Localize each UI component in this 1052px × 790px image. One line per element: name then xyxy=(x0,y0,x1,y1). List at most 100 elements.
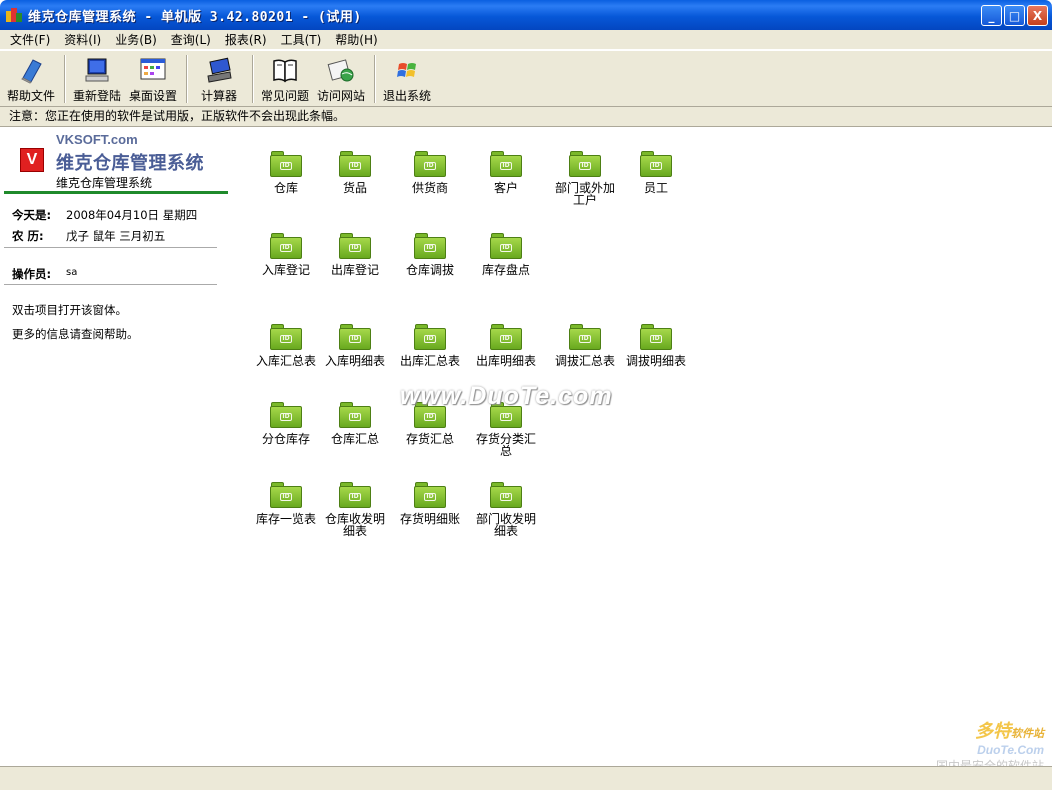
calculator-button[interactable]: 计算器 xyxy=(192,51,246,104)
trial-notice: 注意：您正在使用的软件是试用版，正版软件不会出现此条幅。 xyxy=(0,107,1052,127)
module-icon-warehouse-io-detail[interactable]: ID 仓库收发明细表 xyxy=(317,481,393,537)
folder-icon: ID xyxy=(569,150,601,178)
module-icon-department[interactable]: ID 部门或外加工户 xyxy=(547,150,623,206)
hint-text: 双击项目打开该窗体。 xyxy=(12,303,127,317)
module-icon-customer[interactable]: ID 客户 xyxy=(468,150,544,194)
menu-help[interactable]: 帮助(H) xyxy=(329,31,383,48)
menu-query[interactable]: 查询(L) xyxy=(165,31,217,48)
exit-system-label: 退出系统 xyxy=(382,89,431,103)
title-bar[interactable]: 维克仓库管理系统 - 单机版 3.42.80201 - (试用) _ □ X xyxy=(0,0,1052,30)
brand-domain: VKSOFT.com xyxy=(56,132,138,147)
help-file-label: 帮助文件 xyxy=(6,89,55,103)
menu-business[interactable]: 业务(B) xyxy=(109,31,163,48)
module-label: 库存一览表 xyxy=(255,512,316,526)
lunar-row: 农 历: 戊子 鼠年 三月初五 xyxy=(12,228,165,244)
visit-website-label: 访问网站 xyxy=(316,89,365,103)
menu-reports[interactable]: 报表(R) xyxy=(219,31,273,48)
module-label: 存货明细账 xyxy=(399,512,460,526)
module-icon-stock-overview[interactable]: ID 库存一览表 xyxy=(248,481,324,525)
module-icon-out-detail[interactable]: ID 出库明细表 xyxy=(468,323,544,367)
toolbar: 帮助文件 重新登陆 桌面设置 计算器 常见问题 访问网站 退出系统 xyxy=(0,51,1052,107)
module-icon-warehouse[interactable]: ID 仓库 xyxy=(248,150,324,194)
today-row: 今天是: 2008年04月10日 星期四 xyxy=(12,207,197,223)
desktop-settings-icon xyxy=(139,56,167,84)
folder-icon: ID xyxy=(490,232,522,260)
toolbar-separator xyxy=(64,55,66,103)
folder-icon: ID xyxy=(640,323,672,351)
module-label: 出库登记 xyxy=(330,263,379,277)
desktop-settings-button[interactable]: 桌面设置 xyxy=(126,51,180,104)
calculator-icon xyxy=(205,56,233,84)
menu-data[interactable]: 资料(I) xyxy=(58,31,107,48)
folder-icon: ID xyxy=(270,323,302,351)
brand-title: 维克仓库管理系统 xyxy=(56,153,204,174)
module-label: 入库明细表 xyxy=(324,354,385,368)
corner-url: DuoTe.Com xyxy=(977,743,1044,757)
visit-website-button[interactable]: 访问网站 xyxy=(314,51,368,104)
operator-label: 操作员: xyxy=(12,267,52,281)
module-label: 员工 xyxy=(643,181,668,195)
calculator-label: 计算器 xyxy=(200,89,237,103)
help-file-button[interactable]: 帮助文件 xyxy=(4,51,58,104)
module-icon-stocktake[interactable]: ID 库存盘点 xyxy=(468,232,544,276)
close-button[interactable]: X xyxy=(1027,5,1048,26)
folder-icon: ID xyxy=(414,323,446,351)
folder-icon: ID xyxy=(270,150,302,178)
divider xyxy=(4,191,228,194)
module-label: 供货商 xyxy=(411,181,448,195)
module-label: 部门收发明细表 xyxy=(475,512,536,538)
module-icon-transfer-summary[interactable]: ID 调拔汇总表 xyxy=(547,323,623,367)
module-icon-stock-out[interactable]: ID 出库登记 xyxy=(317,232,393,276)
module-icon-employee[interactable]: ID 员工 xyxy=(618,150,694,194)
module-icon-in-summary[interactable]: ID 入库汇总表 xyxy=(248,323,324,367)
monitor-icon xyxy=(83,56,111,84)
toolbar-separator xyxy=(186,55,188,103)
maximize-button[interactable]: □ xyxy=(1004,5,1025,26)
module-label: 仓库调拔 xyxy=(405,263,454,277)
menu-tools[interactable]: 工具(T) xyxy=(275,31,328,48)
divider xyxy=(4,247,217,248)
lunar-value: 戊子 鼠年 三月初五 xyxy=(66,229,166,243)
module-icon-inventory-ledger[interactable]: ID 存货明细账 xyxy=(392,481,468,525)
module-icon-transfer-detail[interactable]: ID 调拔明细表 xyxy=(618,323,694,367)
corner-brand: 多特软件站 xyxy=(975,721,1044,742)
folder-icon: ID xyxy=(640,150,672,178)
exit-system-button[interactable]: 退出系统 xyxy=(380,51,434,104)
module-label: 货品 xyxy=(342,181,367,195)
module-icon-department-io-detail[interactable]: ID 部门收发明细表 xyxy=(468,481,544,537)
module-icon-in-detail[interactable]: ID 入库明细表 xyxy=(317,323,393,367)
folder-icon: ID xyxy=(569,323,601,351)
module-label: 部门或外加工户 xyxy=(554,181,615,207)
globe-icon xyxy=(327,56,355,84)
module-label: 库存盘点 xyxy=(481,263,530,277)
operator-row: 操作员: sa xyxy=(12,266,77,282)
module-label: 仓库汇总 xyxy=(330,432,379,446)
module-icon-out-summary[interactable]: ID 出库汇总表 xyxy=(392,323,468,367)
operator-value: sa xyxy=(66,267,78,278)
module-icon-transfer[interactable]: ID 仓库调拔 xyxy=(392,232,468,276)
app-icon xyxy=(6,7,22,23)
folder-icon: ID xyxy=(490,323,522,351)
divider xyxy=(4,284,217,285)
folder-icon: ID xyxy=(270,401,302,429)
module-icon-stock-in[interactable]: ID 入库登记 xyxy=(248,232,324,276)
module-label: 存货汇总 xyxy=(405,432,454,446)
folder-icon: ID xyxy=(339,232,371,260)
module-icon-goods[interactable]: ID 货品 xyxy=(317,150,393,194)
faq-label: 常见问题 xyxy=(260,89,309,103)
today-value: 2008年04月10日 星期四 xyxy=(66,208,198,222)
module-label: 仓库收发明细表 xyxy=(324,512,385,538)
window-title: 维克仓库管理系统 - 单机版 3.42.80201 - (试用) xyxy=(28,9,362,25)
desktop-settings-label: 桌面设置 xyxy=(128,89,177,103)
folder-icon: ID xyxy=(339,401,371,429)
module-icon-warehouse-summary[interactable]: ID 仓库汇总 xyxy=(317,401,393,445)
module-icon-supplier[interactable]: ID 供货商 xyxy=(392,150,468,194)
toolbar-separator xyxy=(252,55,254,103)
relogin-button[interactable]: 重新登陆 xyxy=(70,51,124,104)
minimize-button[interactable]: _ xyxy=(981,5,1002,26)
brand-logo: V xyxy=(20,148,44,172)
faq-button[interactable]: 常见问题 xyxy=(258,51,312,104)
info-panel: VKSOFT.com V 维克仓库管理系统 维克仓库管理系统 今天是: 2008… xyxy=(0,128,228,764)
menu-file[interactable]: 文件(F) xyxy=(4,31,56,48)
module-icon-branch-stock[interactable]: ID 分仓库存 xyxy=(248,401,324,445)
